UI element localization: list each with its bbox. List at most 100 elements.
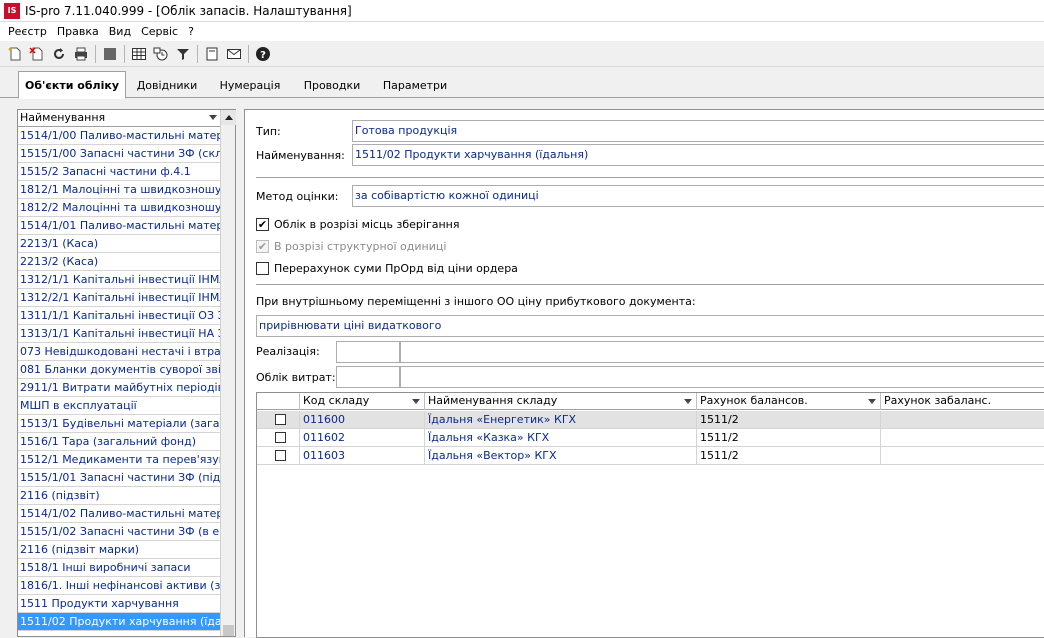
list-item[interactable]: 081 Бланки документів суворої звітн... <box>18 361 221 379</box>
list-item[interactable]: 1812/1 Малоцінні та швидкозношувані ... <box>18 181 221 199</box>
delete-doc-icon[interactable] <box>26 43 48 65</box>
structural-unit-checkbox[interactable]: ✔ <box>256 240 269 253</box>
warehouse-name-cell: Їдальня «Казка» КГХ <box>425 429 697 447</box>
storage-places-label: Облік в розрізі місць зберігання <box>274 218 460 231</box>
recalculate-label: Перерахунок суми ПрОрд від ціни ордера <box>274 262 518 275</box>
toolbar-separator <box>95 44 96 63</box>
stop-icon[interactable] <box>99 43 121 65</box>
tab-directories[interactable]: Довідники <box>128 73 206 97</box>
menu-help[interactable]: ? <box>184 25 200 38</box>
tab-numbering[interactable]: Нумерація <box>210 73 290 97</box>
menu-edit[interactable]: Правка <box>53 25 105 38</box>
column-header-balance-account[interactable]: Рахунок балансов. <box>697 393 881 410</box>
sort-arrow-icon[interactable] <box>868 399 876 404</box>
list-item[interactable]: 1812/2 Малоцінні та швидкозношуван... <box>18 199 221 217</box>
new-doc-icon[interactable] <box>4 43 26 65</box>
column-header-name[interactable]: Найменування <box>18 110 221 127</box>
column-header-label: Рахунок балансов. <box>700 394 808 407</box>
list-item[interactable]: 1515/1/01 Запасні частини ЗФ (під зві... <box>18 469 221 487</box>
column-header-warehouse-name[interactable]: Найменування складу <box>425 393 697 410</box>
list-item[interactable]: 1312/2/1 Капітальні інвестиції ІНМА ф... <box>18 289 221 307</box>
list-item[interactable]: 1518/1 Інші виробничі запаси <box>18 559 221 577</box>
list-item[interactable]: 1511 Продукти харчування <box>18 595 221 613</box>
internal-transfer-label: При внутрішньому переміщенні з іншого ОО… <box>256 295 696 308</box>
storage-places-checkbox[interactable]: ✔ <box>256 218 269 231</box>
tab-postings[interactable]: Проводки <box>294 73 370 97</box>
menu-view[interactable]: Вид <box>105 25 137 38</box>
grid-header: Код складу Найменування складу Рахунок б… <box>257 393 1044 410</box>
valuation-method-field[interactable]: за собівартістю кожної одиниці <box>352 185 1044 207</box>
realization-name-field[interactable] <box>400 341 1044 363</box>
history-icon[interactable] <box>150 43 172 65</box>
name-label: Найменування: <box>256 149 345 162</box>
list-item[interactable]: 1516/1 Тара (загальний фонд) <box>18 433 221 451</box>
row-checkbox[interactable] <box>275 450 286 461</box>
column-header-offbalance-account[interactable]: Рахунок забаланс. <box>881 393 1044 410</box>
menu-service[interactable]: Сервіс <box>137 25 184 38</box>
offbalance-account-cell <box>881 429 1044 447</box>
list-item[interactable]: 1515/2 Запасні частини ф.4.1 <box>18 163 221 181</box>
sort-arrow-icon[interactable] <box>684 399 692 404</box>
list-item[interactable]: 1514/1/00 Паливо-мастильні матеріал... <box>18 127 221 145</box>
balance-account-cell: 1511/2 <box>697 411 881 429</box>
table-row[interactable]: 011603 Їдальня «Вектор» КГХ 1511/2 <box>257 447 1044 465</box>
list-item[interactable]: 2213/2 (Каса) <box>18 253 221 271</box>
list-item[interactable]: 1816/1. Інші нефінансові активи (заг... <box>18 577 221 595</box>
internal-transfer-field[interactable]: прирівнювати ціні видаткового <box>256 315 1044 337</box>
tab-parameters[interactable]: Параметри <box>374 73 456 97</box>
divider <box>256 177 1044 178</box>
column-header-label: Найменування складу <box>428 394 558 407</box>
mail-icon[interactable] <box>223 43 245 65</box>
list-item[interactable]: 1514/1/02 Паливо-мастильні матеріал... <box>18 505 221 523</box>
type-field[interactable]: Готова продукція <box>352 120 1044 142</box>
vertical-scrollbar[interactable] <box>220 110 236 636</box>
cost-accounting-label: Облік витрат: <box>256 371 336 384</box>
list-item[interactable]: МШП в експлуатації <box>18 397 221 415</box>
filter-icon[interactable] <box>172 43 194 65</box>
list-item[interactable]: 1513/1 Будівельні матеріали (загальн... <box>18 415 221 433</box>
sort-arrow-icon[interactable] <box>412 399 420 404</box>
row-checkbox[interactable] <box>275 432 286 443</box>
print-icon[interactable] <box>70 43 92 65</box>
row-checkbox[interactable] <box>275 414 286 425</box>
list-body: 1514/1/00 Паливо-мастильні матеріал...15… <box>18 127 221 631</box>
list-item[interactable]: 1515/1/00 Запасні частини ЗФ (склад) <box>18 145 221 163</box>
list-item[interactable]: 1311/1/1 Капітальні інвестиції ОЗ ЗФ <box>18 307 221 325</box>
table-row[interactable]: 011600 Їдальня «Енергетик» КГХ 1511/2 <box>257 411 1044 429</box>
row-checkbox-cell <box>257 447 300 465</box>
help-icon[interactable]: ? <box>252 43 274 65</box>
settings-panel: Тип: Готова продукція Найменування: 1511… <box>244 109 1044 638</box>
tab-bar: Об'єкти обліку Довідники Нумерація Прово… <box>0 67 1044 99</box>
scroll-thumb[interactable] <box>223 625 234 636</box>
toolbar-separator <box>124 44 125 63</box>
recalculate-checkbox[interactable] <box>256 262 269 275</box>
list-item[interactable]: 2116 (підзвіт) <box>18 487 221 505</box>
column-header-warehouse-code[interactable]: Код складу <box>300 393 425 410</box>
svg-text:?: ? <box>260 50 266 61</box>
refresh-icon[interactable] <box>48 43 70 65</box>
menu-registry[interactable]: Реєстр <box>4 25 53 38</box>
tab-accounting-objects[interactable]: Об'єкти обліку <box>18 71 126 99</box>
list-item[interactable]: 1511/02 Продукти харчування (їдаль... <box>18 613 221 631</box>
cost-accounting-code-field[interactable] <box>336 366 400 388</box>
list-item[interactable]: 2911/1 Витрати майбутніх періодів р... <box>18 379 221 397</box>
realization-label: Реалізація: <box>256 345 320 358</box>
list-item[interactable]: 1514/1/01 Паливо-мастильні матеріал... <box>18 217 221 235</box>
scroll-up-icon[interactable] <box>221 110 236 125</box>
list-item[interactable]: 1312/1/1 Капітальні інвестиції ІНМА ЗФ <box>18 271 221 289</box>
list-item[interactable]: 1313/1/1 Капітальні інвестиції НА ЗФ <box>18 325 221 343</box>
table-row[interactable]: 011602 Їдальня «Казка» КГХ 1511/2 <box>257 429 1044 447</box>
checkbox-column-header <box>257 393 300 410</box>
realization-code-field[interactable] <box>336 341 400 363</box>
list-item[interactable]: 2116 (підзвіт марки) <box>18 541 221 559</box>
list-item[interactable]: 073 Невідшкодовані нестачі і втрати ... <box>18 343 221 361</box>
sort-arrow-icon[interactable] <box>209 115 217 120</box>
offbalance-account-cell <box>881 411 1044 429</box>
cost-accounting-name-field[interactable] <box>400 366 1044 388</box>
doc-icon[interactable] <box>201 43 223 65</box>
list-item[interactable]: 2213/1 (Каса) <box>18 235 221 253</box>
list-item[interactable]: 1512/1 Медикаменти та перев'язува... <box>18 451 221 469</box>
list-item[interactable]: 1515/1/02 Запасні частини ЗФ (в експ... <box>18 523 221 541</box>
name-field[interactable]: 1511/02 Продукти харчування (їдальня) <box>352 144 1044 166</box>
table-icon[interactable] <box>128 43 150 65</box>
